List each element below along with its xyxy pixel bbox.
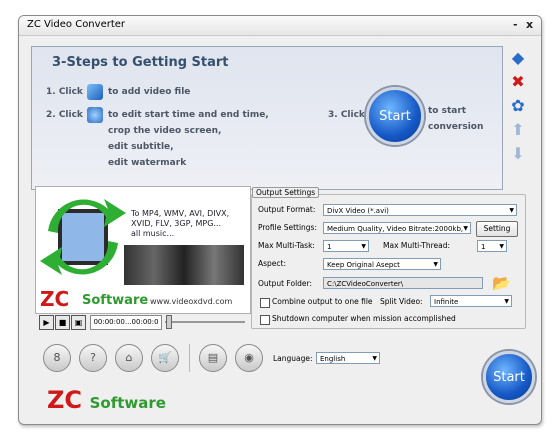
language-label: Language: — [273, 354, 313, 363]
chevron-down-icon: ▼ — [499, 243, 504, 250]
add-video-icon[interactable]: ◆ — [510, 50, 526, 66]
profile-settings-value: Medium Quality, Video Bitrate:2000kb, — [327, 225, 464, 233]
home-icon[interactable]: ⌂ — [115, 344, 143, 372]
footer-brand: ZC Software — [47, 386, 166, 414]
chevron-down-icon: ▼ — [509, 207, 514, 214]
brand-zc-logo: ZC — [40, 287, 70, 311]
step2-prefix: 2. Click — [46, 110, 83, 120]
promo-line-1: To MP4, WMV, AVI, DIVX, — [131, 209, 230, 218]
toolbar-divider — [189, 344, 190, 372]
promo-line-3: all music... — [131, 229, 175, 238]
add-video-icon[interactable] — [87, 84, 103, 100]
aspect-value: Keep Original Asepct — [327, 261, 400, 269]
move-up-icon[interactable]: ⬆ — [510, 122, 526, 138]
help-icon[interactable]: ? — [79, 344, 107, 372]
chevron-down-icon: ▼ — [361, 243, 366, 250]
footer-brand-software: Software — [89, 394, 166, 412]
chevron-down-icon: ▼ — [504, 298, 509, 305]
chevron-down-icon: ▼ — [433, 261, 438, 268]
output-format-select[interactable]: DivX Video (*.avi) ▼ — [323, 204, 517, 216]
step1-prefix: 1. Click — [46, 87, 83, 97]
step3-start-button[interactable]: Start — [366, 87, 424, 145]
output-settings-legend: Output Settings — [252, 187, 320, 198]
convert-arrows-icon — [40, 199, 126, 275]
shutdown-checkbox[interactable] — [260, 315, 270, 325]
steps-panel: 3-Steps to Getting Start 1. Click to add… — [31, 46, 503, 190]
language-select[interactable]: English ▼ — [316, 352, 380, 364]
profile-settings-label: Profile Settings: — [258, 223, 317, 232]
footer-brand-zc: ZC — [47, 386, 83, 414]
setting-button[interactable]: Setting — [476, 221, 518, 237]
edit-settings-icon[interactable] — [87, 107, 103, 123]
step3-prefix: 3. Click — [328, 110, 365, 120]
output-folder-label: Output Folder: — [258, 279, 313, 288]
register-icon[interactable]: 8 — [43, 344, 71, 372]
window-title: ZC Video Converter — [27, 19, 126, 30]
aspect-label: Aspect: — [258, 259, 287, 268]
step2-line-4: edit watermark — [108, 158, 187, 168]
output-settings-group: Output Settings Output Format: DivX Vide… — [251, 187, 526, 329]
main-window: ZC Video Converter - x 3-Steps to Gettin… — [18, 15, 542, 425]
max-multitask-label: Max Multi-Task: — [258, 241, 315, 250]
buy-icon[interactable]: 🛒 — [151, 344, 179, 372]
time-display: 00:00:00...00:00:0 — [90, 315, 162, 330]
step1-text: to add video file — [108, 87, 191, 97]
output-format-value: DivX Video (*.avi) — [327, 207, 389, 215]
aspect-select[interactable]: Keep Original Asepct ▼ — [323, 258, 441, 270]
split-video-value: Infinite — [434, 298, 459, 306]
max-multithread-value: 1 — [481, 243, 486, 251]
output-format-label: Output Format: — [258, 205, 316, 214]
video-tools-icon[interactable]: ▤ — [199, 344, 227, 372]
step3-text-2: conversion — [428, 122, 484, 132]
max-multithread-select[interactable]: 1 ▼ — [477, 240, 507, 252]
chevron-down-icon: ▼ — [463, 225, 468, 232]
shutdown-label: Shutdown computer when mission accomplis… — [272, 314, 456, 323]
max-multitask-select[interactable]: 1 ▼ — [323, 240, 369, 252]
minimize-button[interactable]: - — [513, 18, 518, 31]
stop-button[interactable]: ■ — [55, 315, 70, 330]
title-bar[interactable]: ZC Video Converter - x — [19, 16, 541, 36]
move-down-icon[interactable]: ⬇ — [510, 146, 526, 162]
combine-output-checkbox[interactable] — [260, 298, 270, 308]
website-link[interactable]: www.videoxdvd.com — [150, 297, 232, 306]
max-multithread-label: Max Multi-Thread: — [383, 241, 450, 250]
folder-icon[interactable]: 📂 — [492, 274, 511, 292]
bottom-toolbar: 8 ? ⌂ 🛒 ▤ ◉ Language: English ▼ — [31, 344, 481, 382]
combine-output-label: Combine output to one file — [272, 297, 373, 306]
step2-line-2: crop the video screen, — [108, 126, 222, 136]
split-video-label: Split Video: — [380, 297, 423, 306]
devices-image — [124, 245, 244, 285]
disc-icon[interactable]: ◉ — [235, 344, 263, 372]
step3-text-1: to start — [428, 106, 467, 116]
close-button[interactable]: x — [526, 18, 533, 31]
chevron-down-icon: ▼ — [372, 355, 377, 362]
seek-track[interactable] — [165, 321, 245, 323]
settings-icon[interactable]: ✿ — [510, 98, 526, 114]
profile-settings-select[interactable]: Medium Quality, Video Bitrate:2000kb, ▼ — [323, 222, 471, 234]
split-video-select[interactable]: Infinite ▼ — [430, 295, 512, 307]
seek-thumb[interactable] — [166, 315, 172, 329]
preview-panel: To MP4, WMV, AVI, DIVX, XVID, FLV, 3GP, … — [35, 186, 251, 314]
step2-line-3: edit subtitle, — [108, 142, 174, 152]
play-button[interactable]: ▶ — [39, 315, 54, 330]
brand-software-logo: Software — [82, 293, 149, 308]
start-button[interactable]: Start — [483, 351, 535, 403]
max-multitask-value: 1 — [327, 243, 332, 251]
snapshot-button[interactable]: ▣ — [71, 315, 86, 330]
step2-line-1: to edit start time and end time, — [108, 110, 269, 120]
delete-icon[interactable]: ✖ — [510, 74, 526, 90]
language-value: English — [320, 355, 346, 363]
steps-heading: 3-Steps to Getting Start — [52, 55, 229, 70]
player-controls: ▶ ■ ▣ 00:00:00...00:00:0 — [35, 314, 249, 330]
promo-line-2: XVID, FLV, 3GP, MPG... — [131, 219, 222, 228]
output-folder-field[interactable]: C:\ZCVideoConverter\ — [323, 277, 483, 289]
